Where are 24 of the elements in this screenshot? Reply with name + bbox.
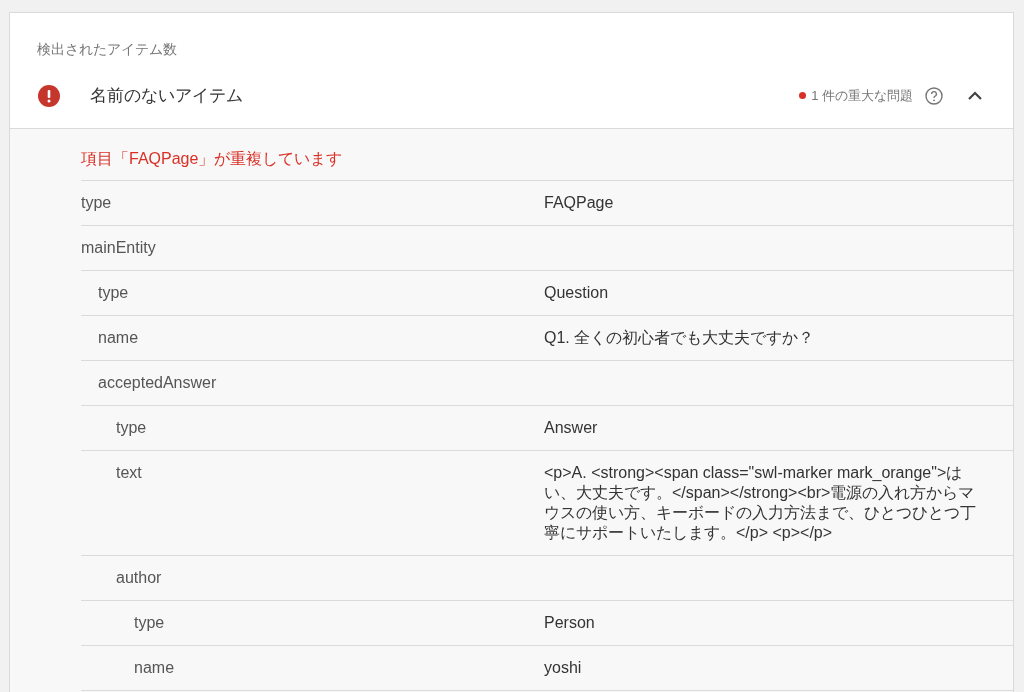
property-name: name (98, 329, 139, 346)
property-value: Q1. 全くの初心者でも大丈夫ですか？ (544, 329, 815, 346)
property-name: type (116, 419, 147, 436)
chevron-up-icon (968, 91, 982, 100)
property-name: type (81, 194, 112, 211)
property-value: Person (544, 614, 595, 631)
item-title: 名前のないアイテム (90, 84, 243, 107)
help-icon[interactable] (925, 86, 943, 105)
property-name: mainEntity (81, 239, 156, 256)
property-value: <p>A. <strong><span class="swl-marker mark_orange">はい、大丈夫です。</span></strong><br>電源の入れ方からマウスの使い方、キーボードの入力方法まで、ひとつひとつ丁寧にサポートいたします。</p> <p></p> (544, 464, 976, 541)
property-value: yoshi (544, 659, 582, 676)
property-name: type (134, 614, 165, 631)
error-message: 項目「FAQPage」が重複しています (81, 129, 1013, 181)
property-name: author (116, 569, 162, 586)
property-name: name (134, 659, 175, 676)
section-label: 検出されたアイテム数 (37, 40, 178, 59)
property-name: type (98, 284, 129, 301)
property-name: text (116, 464, 142, 481)
error-icon (38, 84, 60, 107)
property-value: FAQPage (544, 194, 614, 211)
property-value: Answer (544, 419, 598, 436)
property-value: Question (544, 284, 609, 301)
property-name: acceptedAnswer (98, 374, 217, 391)
issue-count: 1 件の重大な問題 (811, 86, 913, 105)
